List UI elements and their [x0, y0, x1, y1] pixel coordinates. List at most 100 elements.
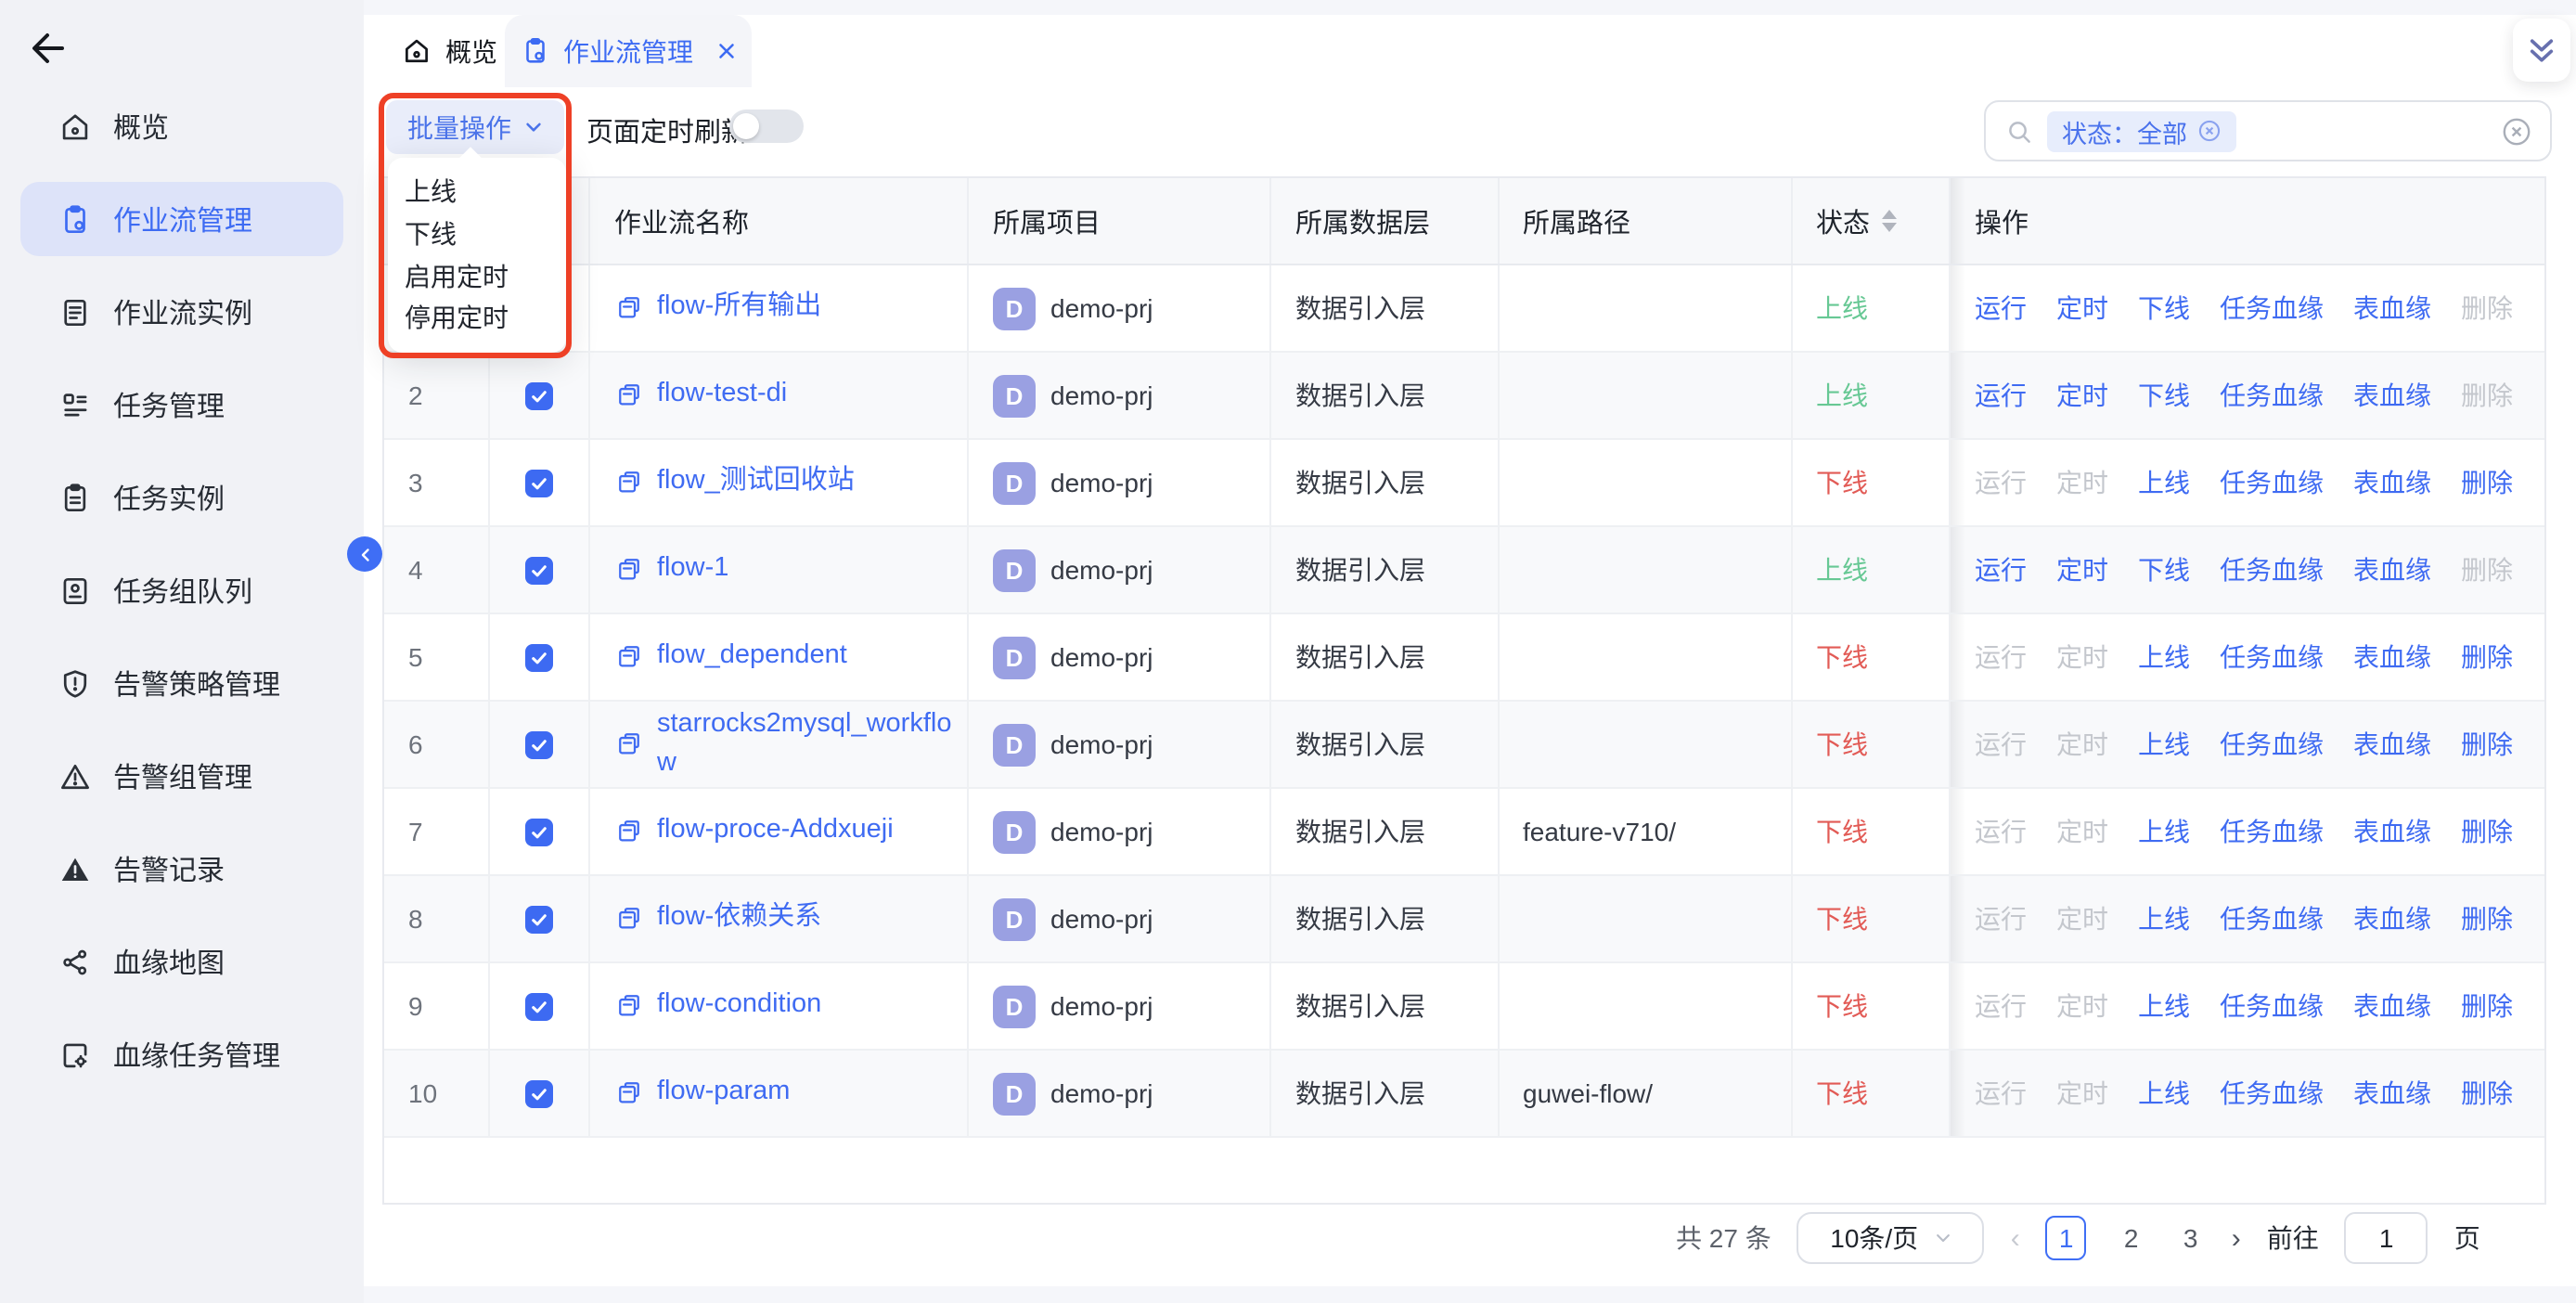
action-link[interactable]: 下线 [2138, 377, 2190, 414]
action-link[interactable]: 任务血缘 [2220, 639, 2324, 676]
action-link[interactable]: 下线 [2138, 551, 2190, 588]
prev-page-button[interactable]: ‹ [2011, 1222, 2020, 1254]
workflow-name-cell: flow-test-di [590, 353, 969, 438]
sidebar-item-alert-records[interactable]: 告警记录 [20, 832, 343, 906]
workflow-name-link[interactable]: flow-1 [657, 550, 728, 589]
action-link[interactable]: 定时 [2056, 377, 2108, 414]
row-checkbox[interactable] [525, 905, 553, 933]
page-number-1[interactable]: 1 [2046, 1216, 2087, 1260]
action-link[interactable]: 删除 [2461, 987, 2513, 1025]
sidebar-item-workflow-management[interactable]: 作业流管理 [20, 182, 343, 256]
action-link[interactable]: 上线 [2138, 987, 2190, 1025]
workflow-name-link[interactable]: flow-依赖关系 [657, 899, 821, 938]
action-link[interactable]: 删除 [2461, 726, 2513, 763]
action-link[interactable]: 运行 [1975, 551, 2027, 588]
clear-search-icon[interactable] [2502, 116, 2531, 146]
action-link[interactable]: 删除 [2461, 464, 2513, 501]
page-size-select[interactable]: 10条/页 [1797, 1212, 1985, 1264]
tab-overview[interactable]: 概览 [401, 15, 497, 87]
page-number-3[interactable]: 3 [2176, 1223, 2206, 1253]
sidebar-item-alert-policy-management[interactable]: 告警策略管理 [20, 646, 343, 720]
row-checkbox[interactable] [525, 1079, 553, 1107]
action-link[interactable]: 删除 [2461, 639, 2513, 676]
action-link[interactable]: 表血缘 [2353, 290, 2431, 327]
workflow-name-link[interactable]: flow_测试回收站 [657, 463, 855, 502]
auto-refresh-toggle[interactable] [729, 110, 804, 143]
row-checkbox[interactable] [525, 643, 553, 671]
back-arrow-button[interactable] [26, 26, 71, 71]
row-checkbox[interactable] [525, 381, 553, 409]
collapse-tabs-button[interactable] [2513, 19, 2570, 82]
action-link[interactable]: 任务血缘 [2220, 377, 2324, 414]
sidebar-item-alert-group-management[interactable]: 告警组管理 [20, 739, 343, 813]
doc-gear-icon [58, 1037, 93, 1072]
action-link[interactable]: 任务血缘 [2220, 726, 2324, 763]
action-link[interactable]: 运行 [1975, 377, 2027, 414]
action-link[interactable]: 表血缘 [2353, 551, 2431, 588]
action-link[interactable]: 表血缘 [2353, 813, 2431, 850]
action-link: 定时 [2056, 900, 2108, 937]
action-link[interactable]: 表血缘 [2353, 987, 2431, 1025]
goto-page-input[interactable]: 1 [2345, 1212, 2428, 1264]
row-checkbox[interactable] [525, 469, 553, 497]
row-checkbox[interactable] [525, 556, 553, 584]
action-link[interactable]: 表血缘 [2353, 900, 2431, 937]
action-link[interactable]: 任务血缘 [2220, 987, 2324, 1025]
row-checkbox[interactable] [525, 730, 553, 758]
sidebar-collapse-button[interactable] [347, 536, 382, 572]
workflow-name-link[interactable]: flow-proce-Addxueji [657, 812, 894, 851]
workflow-name-link[interactable]: flow-test-di [657, 376, 787, 415]
action-link[interactable]: 表血缘 [2353, 726, 2431, 763]
row-checkbox[interactable] [525, 992, 553, 1020]
row-checkbox[interactable] [525, 818, 553, 845]
close-icon[interactable] [714, 39, 738, 63]
action-link[interactable]: 上线 [2138, 464, 2190, 501]
sidebar-item-task-instances[interactable]: 任务实例 [20, 460, 343, 535]
action-link[interactable]: 表血缘 [2353, 1075, 2431, 1112]
menu-item[interactable]: 启用定时 [388, 255, 566, 297]
sidebar-item-task-group-queue[interactable]: 任务组队列 [20, 553, 343, 627]
workflow-name-link[interactable]: flow-condition [657, 987, 821, 1026]
action-link[interactable]: 上线 [2138, 900, 2190, 937]
action-link[interactable]: 表血缘 [2353, 639, 2431, 676]
workflow-name-link[interactable]: flow-param [657, 1074, 790, 1113]
search-input[interactable]: 状态：全部 [1984, 100, 2552, 161]
sidebar-item-lineage-map[interactable]: 血缘地图 [20, 924, 343, 999]
action-link[interactable]: 上线 [2138, 813, 2190, 850]
action-link[interactable]: 任务血缘 [2220, 813, 2324, 850]
action-link[interactable]: 上线 [2138, 726, 2190, 763]
action-link[interactable]: 任务血缘 [2220, 290, 2324, 327]
next-page-button[interactable]: › [2232, 1222, 2241, 1254]
action-link[interactable]: 定时 [2056, 290, 2108, 327]
menu-item[interactable]: 上线 [388, 171, 566, 213]
status-filter-chip[interactable]: 状态：全部 [2047, 110, 2235, 151]
action-link[interactable]: 任务血缘 [2220, 900, 2324, 937]
sidebar-item-task-management[interactable]: 任务管理 [20, 368, 343, 442]
sort-status-control[interactable] [1881, 210, 1896, 232]
action-link[interactable]: 删除 [2461, 1075, 2513, 1112]
action-link[interactable]: 定时 [2056, 551, 2108, 588]
action-link[interactable]: 删除 [2461, 900, 2513, 937]
sidebar-item-lineage-task-management[interactable]: 血缘任务管理 [20, 1017, 343, 1091]
page-number-2[interactable]: 2 [2117, 1223, 2146, 1253]
sidebar-item-workflow-instances[interactable]: 作业流实例 [20, 275, 343, 349]
batch-operations-button[interactable]: 批量操作 [386, 100, 564, 154]
action-link[interactable]: 表血缘 [2353, 377, 2431, 414]
action-link[interactable]: 运行 [1975, 290, 2027, 327]
workflow-name-link[interactable]: flow-所有输出 [657, 289, 821, 328]
action-link[interactable]: 删除 [2461, 813, 2513, 850]
action-link[interactable]: 上线 [2138, 639, 2190, 676]
action-link[interactable]: 任务血缘 [2220, 1075, 2324, 1112]
action-link[interactable]: 下线 [2138, 290, 2190, 327]
sidebar-item-overview[interactable]: 概览 [20, 89, 343, 163]
workflow-name-link[interactable]: flow_dependent [657, 638, 847, 677]
menu-item[interactable]: 停用定时 [388, 297, 566, 339]
action-link[interactable]: 任务血缘 [2220, 551, 2324, 588]
remove-filter-icon[interactable] [2196, 119, 2221, 143]
action-link[interactable]: 任务血缘 [2220, 464, 2324, 501]
workflow-name-link[interactable]: starrocks2mysql_workflow [657, 705, 967, 783]
action-link[interactable]: 表血缘 [2353, 464, 2431, 501]
menu-item[interactable]: 下线 [388, 213, 566, 254]
tab-workflow-management[interactable]: 作业流管理 [505, 15, 752, 87]
action-link[interactable]: 上线 [2138, 1075, 2190, 1112]
